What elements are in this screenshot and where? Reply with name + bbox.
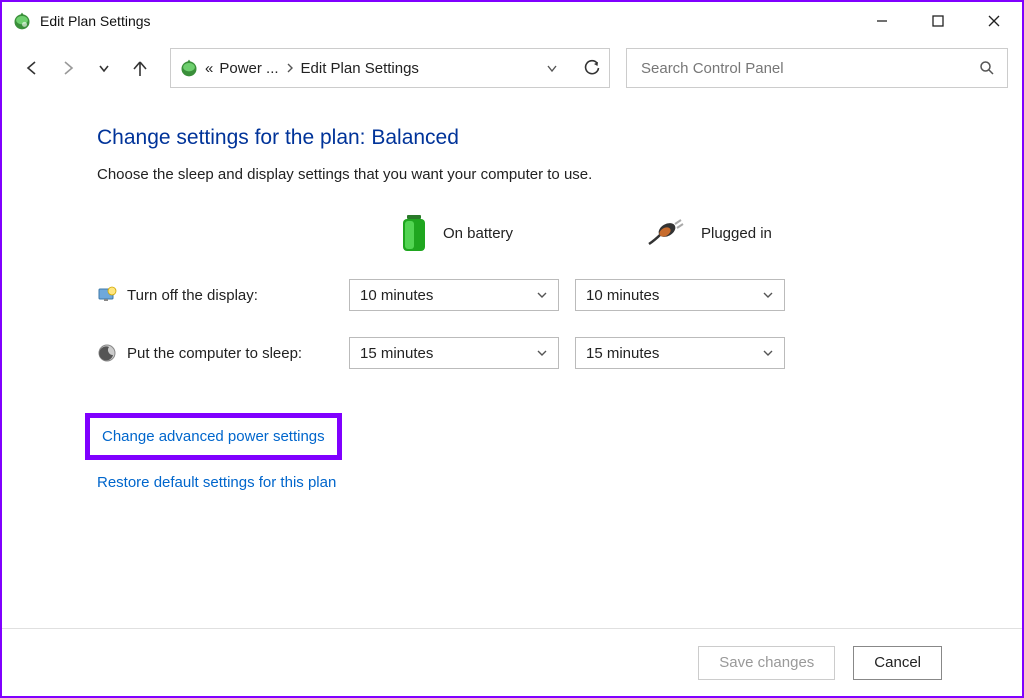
window-controls: [854, 2, 1022, 40]
display-plugged-dropdown[interactable]: 10 minutes: [575, 279, 785, 311]
breadcrumb-item-2[interactable]: Edit Plan Settings: [301, 60, 419, 77]
chevron-down-icon: [536, 347, 548, 359]
page-heading: Change settings for the plan: Balanced: [97, 126, 1022, 150]
up-button[interactable]: [124, 52, 156, 84]
app-icon: [12, 11, 32, 31]
display-icon: [97, 285, 117, 305]
battery-column-header: On battery: [397, 213, 607, 253]
sleep-setting-label: Put the computer to sleep:: [97, 343, 349, 363]
chevron-down-icon: [762, 289, 774, 301]
page-subtext: Choose the sleep and display settings th…: [97, 166, 1022, 183]
search-input[interactable]: [639, 59, 979, 78]
breadcrumb-icon: [179, 58, 199, 78]
breadcrumb-dropdown-icon[interactable]: [545, 61, 559, 75]
plugged-column-header: Plugged in: [647, 213, 857, 253]
sleep-icon: [97, 343, 117, 363]
display-plugged-value: 10 minutes: [586, 287, 659, 304]
battery-label: On battery: [443, 225, 513, 242]
content-area: Change settings for the plan: Balanced C…: [2, 96, 1022, 628]
breadcrumb-prefix: «: [205, 60, 213, 77]
display-battery-dropdown[interactable]: 10 minutes: [349, 279, 559, 311]
sleep-label-text: Put the computer to sleep:: [127, 345, 302, 362]
forward-button[interactable]: [52, 52, 84, 84]
save-changes-button[interactable]: Save changes: [698, 646, 835, 680]
chevron-down-icon: [762, 347, 774, 359]
breadcrumb-separator-icon: [285, 63, 295, 73]
display-setting-row: Turn off the display: 10 minutes 10 minu…: [97, 279, 1022, 311]
column-headers: On battery Plugged in: [97, 213, 1022, 253]
display-setting-label: Turn off the display:: [97, 285, 349, 305]
nav-toolbar: « Power ... Edit Plan Settings: [2, 40, 1022, 96]
advanced-settings-link[interactable]: Change advanced power settings: [85, 413, 342, 460]
window-frame: Edit Plan Settings: [0, 0, 1024, 698]
sleep-setting-row: Put the computer to sleep: 15 minutes 15…: [97, 337, 1022, 369]
close-button[interactable]: [966, 2, 1022, 40]
titlebar: Edit Plan Settings: [2, 2, 1022, 40]
chevron-down-icon: [536, 289, 548, 301]
refresh-button[interactable]: [583, 59, 601, 77]
display-battery-value: 10 minutes: [360, 287, 433, 304]
footer-bar: Save changes Cancel: [2, 628, 1022, 696]
search-icon: [979, 60, 995, 76]
search-box[interactable]: [626, 48, 1008, 88]
recent-locations-button[interactable]: [88, 52, 120, 84]
maximize-button[interactable]: [910, 2, 966, 40]
plugged-label: Plugged in: [701, 225, 772, 242]
display-label-text: Turn off the display:: [127, 287, 258, 304]
links-area: Change advanced power settings Restore d…: [97, 413, 1022, 491]
minimize-button[interactable]: [854, 2, 910, 40]
sleep-battery-dropdown[interactable]: 15 minutes: [349, 337, 559, 369]
window-title: Edit Plan Settings: [40, 13, 151, 29]
breadcrumb-item-1[interactable]: Power ...: [219, 60, 278, 77]
sleep-battery-value: 15 minutes: [360, 345, 433, 362]
battery-icon: [397, 213, 431, 253]
back-button[interactable]: [16, 52, 48, 84]
restore-defaults-link[interactable]: Restore default settings for this plan: [97, 474, 1022, 491]
sleep-plugged-value: 15 minutes: [586, 345, 659, 362]
cancel-button[interactable]: Cancel: [853, 646, 942, 680]
plug-icon: [647, 218, 689, 248]
sleep-plugged-dropdown[interactable]: 15 minutes: [575, 337, 785, 369]
address-bar[interactable]: « Power ... Edit Plan Settings: [170, 48, 610, 88]
